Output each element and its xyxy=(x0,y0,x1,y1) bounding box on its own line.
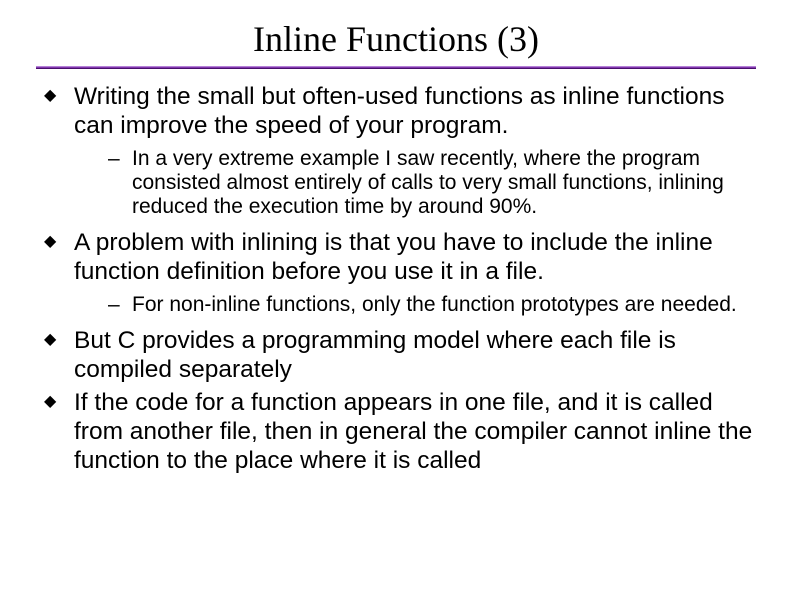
sub-bullet-list: In a very extreme example I saw recently… xyxy=(74,147,762,219)
sub-bullet-text: For non-inline functions, only the funct… xyxy=(132,293,737,316)
bullet-text: If the code for a function appears in on… xyxy=(74,389,752,474)
sub-bullet-item: In a very extreme example I saw recently… xyxy=(108,147,762,219)
bullet-item: But C provides a programming model where… xyxy=(40,327,762,385)
bullet-text: But C provides a programming model where… xyxy=(74,327,676,383)
sub-bullet-list: For non-inline functions, only the funct… xyxy=(74,293,762,317)
bullet-list: Writing the small but often-used functio… xyxy=(30,83,762,476)
bullet-text: A problem with inlining is that you have… xyxy=(74,229,713,285)
slide-title: Inline Functions (3) xyxy=(30,18,762,60)
bullet-text: Writing the small but often-used functio… xyxy=(74,83,725,139)
sub-bullet-text: In a very extreme example I saw recently… xyxy=(132,147,724,218)
bullet-item: Writing the small but often-used functio… xyxy=(40,83,762,219)
sub-bullet-item: For non-inline functions, only the funct… xyxy=(108,293,762,317)
slide: Inline Functions (3) Writing the small b… xyxy=(0,0,792,612)
bullet-item: A problem with inlining is that you have… xyxy=(40,229,762,317)
bullet-item: If the code for a function appears in on… xyxy=(40,389,762,476)
title-underline xyxy=(36,66,756,69)
